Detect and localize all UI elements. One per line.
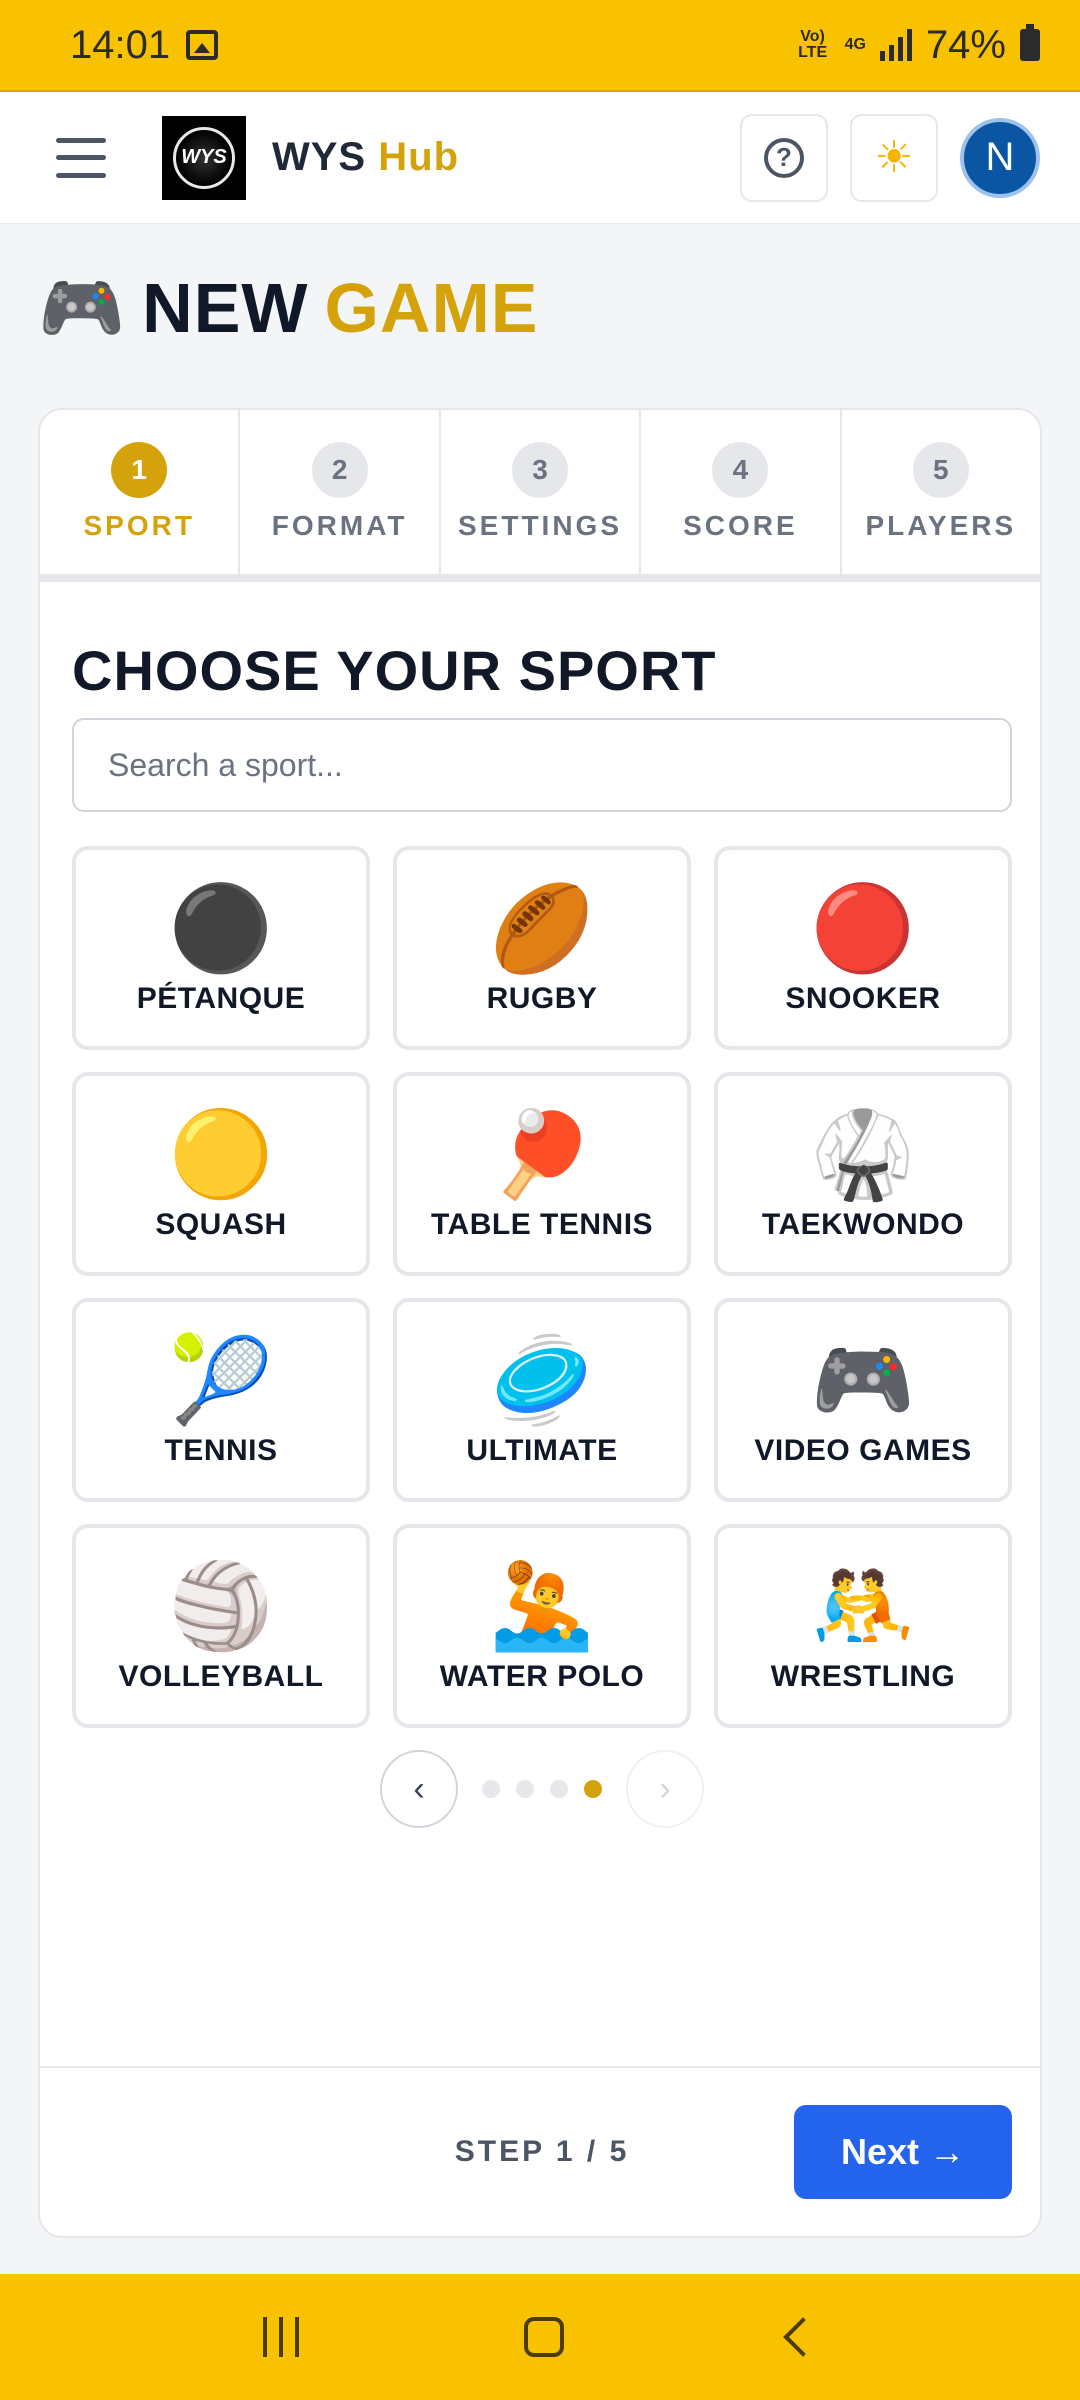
step-number: 3 [512,442,569,498]
brand-name: WYS Hub [272,135,459,180]
battery-level: 74% [925,22,1006,67]
section-title: CHOOSE YOUR SPORT [72,639,717,702]
app-header: WYS WYS Hub ? ☀ N [0,90,1080,224]
sport-tile-snooker[interactable]: 🔴 SNOOKER [714,846,1012,1050]
next-button[interactable]: Next → [794,2105,1012,2199]
sport-label: PÉTANQUE [136,982,306,1015]
sport-tile-ultimate[interactable]: 🥏 ULTIMATE [393,1298,691,1502]
pager-prev-button[interactable]: ‹ [380,1750,458,1828]
gamepad-icon: 🎮 [38,269,127,347]
back-icon[interactable] [783,2317,824,2357]
flying-disc-icon: 🥏 [489,1333,595,1427]
header-actions: ? ☀ N [740,113,1040,202]
squash-ball-icon: 🟡 [168,1107,274,1201]
sport-tile-water-polo[interactable]: 🤽 WATER POLO [393,1524,691,1728]
snooker-ball-icon: 🔴 [810,881,916,975]
step-label: SPORT [83,510,195,541]
recents-icon[interactable] [262,2317,299,2357]
sport-tile-wrestling[interactable]: 🤼 WRESTLING [714,1524,1012,1728]
step-number: 5 [912,442,969,498]
pager-dot-active[interactable] [584,1780,602,1798]
brand-accent: Hub [378,135,460,179]
petanque-ball-icon: ⚫ [168,881,274,975]
sport-label: SQUASH [155,1208,287,1241]
page-title: 🎮 NEW GAME [38,268,538,348]
rugby-ball-icon: 🏉 [489,881,595,975]
sport-search-input[interactable] [72,718,1012,812]
step-sport[interactable]: 1 SPORT [40,410,241,574]
sport-label: TENNIS [164,1434,278,1467]
sport-tile-squash[interactable]: 🟡 SQUASH [72,1072,370,1276]
step-label: SCORE [683,510,798,541]
theme-toggle-button[interactable]: ☀ [850,113,938,202]
status-bar: 14:01 Vo) LTE 4G 74% [0,0,1080,90]
sport-label: ULTIMATE [466,1434,618,1467]
network-4g-indicator: 4G [844,36,866,53]
pager-dot[interactable] [516,1780,534,1798]
tennis-icon: 🎾 [168,1333,274,1427]
gamepad-icon: 🎮 [810,1333,916,1427]
step-format[interactable]: 2 FORMAT [240,410,441,574]
sport-tile-tennis[interactable]: 🎾 TENNIS [72,1298,370,1502]
wrestlers-icon: 🤼 [810,1559,916,1653]
sport-label: WATER POLO [439,1660,645,1693]
app-logo[interactable]: WYS [162,115,246,200]
step-score[interactable]: 4 SCORE [641,410,842,574]
step-players[interactable]: 5 PLAYERS [842,410,1040,574]
ping-pong-icon: 🏓 [489,1107,595,1201]
pager-dot[interactable] [482,1780,500,1798]
sport-tile-taekwondo[interactable]: 🥋 TAEKWONDO [714,1072,1012,1276]
step-number: 2 [311,442,368,498]
sun-icon: ☀ [874,132,914,182]
sport-label: TAEKWONDO [761,1208,965,1241]
sport-tile-video-games[interactable]: 🎮 VIDEO GAMES [714,1298,1012,1502]
sport-label: RUGBY [486,982,598,1015]
volleyball-icon: 🏐 [168,1559,274,1653]
wizard-stepper: 1 SPORT 2 FORMAT 3 SETTINGS 4 SCORE 5 PL… [40,410,1040,582]
step-label: FORMAT [271,510,408,541]
step-label: SETTINGS [458,510,623,541]
step-label: PLAYERS [865,510,1017,541]
status-time: 14:01 [70,22,171,67]
pager-dots [482,1780,602,1798]
sport-label: VIDEO GAMES [754,1434,972,1467]
sport-label: VOLLEYBALL [118,1660,324,1693]
water-polo-icon: 🤽 [489,1559,595,1653]
sport-pager: ‹ › [40,1750,1040,1828]
sport-label: TABLE TENNIS [430,1208,654,1241]
system-nav-bar [0,2274,1080,2400]
sport-tile-petanque[interactable]: ⚫ PÉTANQUE [72,846,370,1050]
new-game-wizard: 1 SPORT 2 FORMAT 3 SETTINGS 4 SCORE 5 PL… [38,408,1042,2238]
sport-tile-volleyball[interactable]: 🏐 VOLLEYBALL [72,1524,370,1728]
step-number: 1 [111,442,168,498]
wizard-footer: STEP 1 / 5 Next → [40,2066,1040,2236]
step-settings[interactable]: 3 SETTINGS [441,410,642,574]
volte-indicator: Vo) LTE [798,28,828,61]
sport-label: SNOOKER [785,982,941,1015]
sport-label: WRESTLING [770,1660,956,1693]
brand-main: WYS [272,135,367,179]
image-notification-icon [186,30,219,60]
step-number: 4 [712,442,769,498]
hamburger-menu-icon[interactable] [56,137,106,178]
sport-tile-table-tennis[interactable]: 🏓 TABLE TENNIS [393,1072,691,1276]
pager-next-button[interactable]: › [626,1750,704,1828]
martial-arts-uniform-icon: 🥋 [810,1107,916,1201]
pager-dot[interactable] [550,1780,568,1798]
home-icon[interactable] [523,2317,564,2357]
sport-grid: ⚫ PÉTANQUE 🏉 RUGBY 🔴 SNOOKER 🟡 SQUASH 🏓 … [72,846,1012,1728]
sport-tile-rugby[interactable]: 🏉 RUGBY [393,846,691,1050]
page-title-accent: GAME [324,269,539,347]
help-icon: ? [764,137,804,178]
signal-icon [879,29,912,61]
battery-icon [1020,24,1040,61]
logo-emblem: WYS [173,126,235,189]
help-button[interactable]: ? [740,113,828,202]
user-avatar[interactable]: N [960,117,1040,198]
page-title-main: NEW [142,269,309,347]
